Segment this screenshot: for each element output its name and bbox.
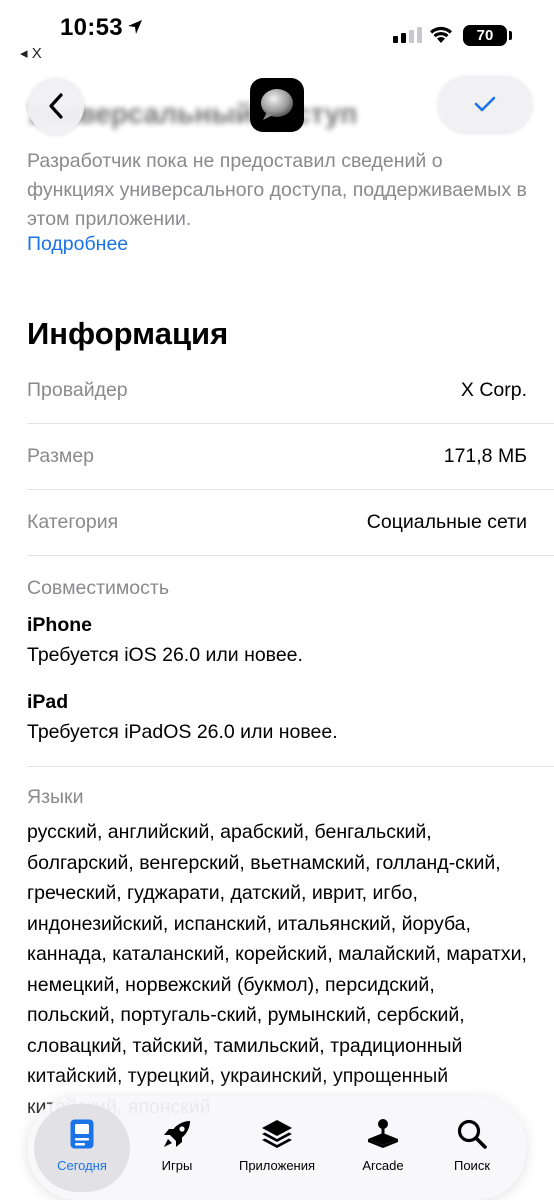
divider	[27, 555, 554, 556]
learn-more-link[interactable]: Подробнее	[27, 233, 128, 256]
rocket-icon	[164, 1121, 190, 1147]
divider	[27, 766, 554, 767]
chevron-left-icon	[49, 93, 63, 119]
device-name-ipad: iPad	[27, 691, 69, 713]
info-row-provider: Провайдер X Corp.	[27, 379, 527, 439]
back-to-app-link[interactable]: ◂ X	[20, 44, 42, 62]
languages-label: Языки	[27, 786, 84, 808]
tab-search[interactable]: Поиск	[424, 1104, 520, 1192]
checkmark-icon	[474, 96, 496, 112]
info-row-category: Категория Социальные сети	[27, 511, 527, 571]
info-label: Категория	[27, 511, 119, 533]
divider	[27, 423, 554, 424]
wifi-icon	[430, 26, 452, 43]
battery-tip	[509, 31, 512, 40]
app-icon	[250, 78, 304, 132]
cellular-signal-icon	[393, 27, 422, 43]
tab-games[interactable]: Игры	[129, 1104, 225, 1192]
tab-label: Поиск	[453, 1158, 491, 1173]
tab-label: Сегодня	[57, 1158, 107, 1173]
info-value: X Corp.	[460, 379, 527, 401]
tab-today[interactable]: Сегодня	[34, 1104, 130, 1192]
accessibility-description: Разработчик пока не предоставил сведений…	[27, 150, 527, 230]
back-button[interactable]	[28, 78, 84, 134]
tab-bar: Сегодня Игры Приложения Arcade Поиск	[28, 1096, 526, 1200]
tab-arcade[interactable]: Arcade	[335, 1104, 431, 1192]
tab-label: Arcade	[362, 1158, 404, 1173]
joystick-icon	[368, 1119, 398, 1148]
info-value: Социальные сети	[366, 511, 527, 533]
info-value: 171,8 МБ	[443, 445, 527, 467]
tab-label: Приложения	[238, 1158, 316, 1173]
info-row-size: Размер 171,8 МБ	[27, 445, 527, 505]
info-label: Размер	[27, 445, 95, 467]
tab-apps[interactable]: Приложения	[229, 1104, 325, 1192]
today-icon	[70, 1119, 94, 1149]
device-requirement-iphone: Требуется iOS 26.0 или новее.	[27, 644, 303, 666]
chat-bubble-icon	[261, 89, 293, 120]
device-requirement-ipad: Требуется iPadOS 26.0 или новее.	[27, 721, 338, 743]
device-name-iphone: iPhone	[27, 614, 93, 636]
status-bar: 10:53 ◂ X 70	[0, 0, 554, 64]
location-arrow-icon	[128, 20, 142, 34]
info-label: Провайдер	[27, 379, 128, 401]
tab-label: Игры	[161, 1158, 193, 1173]
divider	[27, 489, 554, 490]
battery-indicator: 70	[463, 25, 507, 46]
done-button[interactable]	[438, 76, 532, 132]
search-icon	[457, 1119, 487, 1149]
layers-icon	[262, 1120, 292, 1148]
compatibility-label: Совместимость	[27, 577, 169, 599]
information-title: Информация	[27, 316, 229, 351]
status-time: 10:53	[60, 14, 123, 41]
